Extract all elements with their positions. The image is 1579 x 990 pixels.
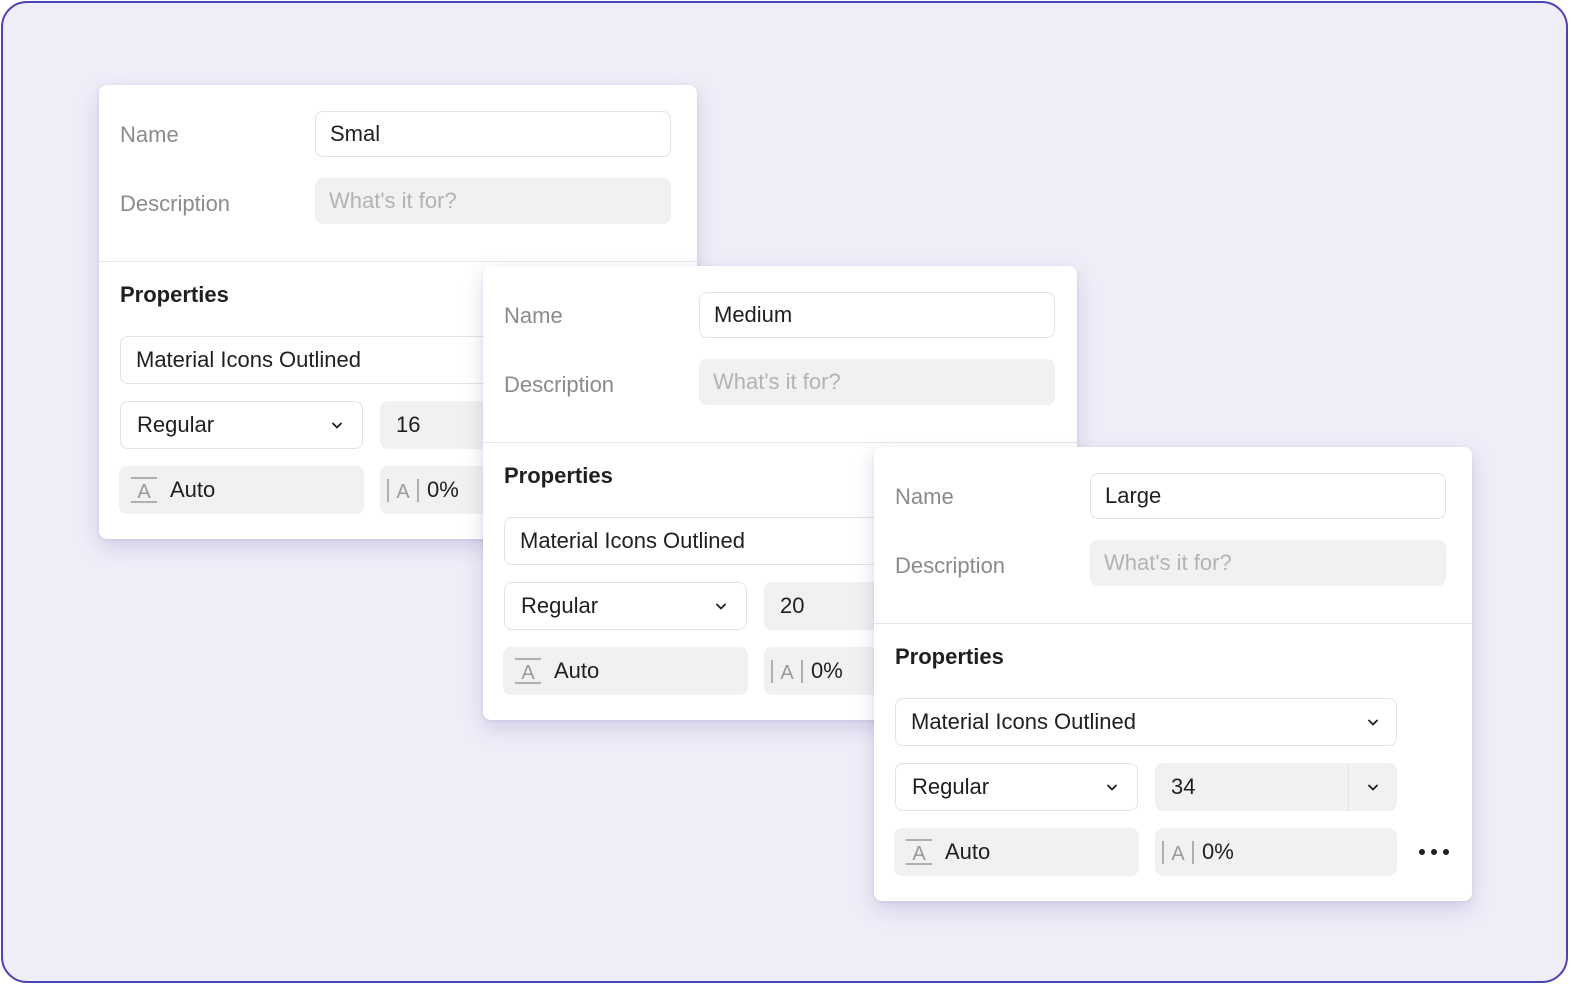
description-input[interactable]: What's it for?	[699, 359, 1055, 405]
description-label: Description	[504, 372, 615, 397]
font-family-value: Material Icons Outlined	[520, 528, 745, 553]
line-height-input[interactable]: Auto	[503, 647, 748, 695]
line-height-icon	[904, 837, 934, 867]
more-horizontal-icon	[1417, 847, 1451, 857]
font-size-input[interactable]: 34	[1155, 763, 1397, 811]
description-input[interactable]: What's it for?	[1090, 540, 1446, 586]
letter-spacing-value: 0%	[427, 477, 459, 502]
line-height-input[interactable]: Auto	[894, 828, 1139, 876]
chevron-down-icon	[1105, 780, 1119, 794]
style-card-large: Name Large Description What's it for? Pr…	[874, 447, 1472, 901]
letter-spacing-icon	[385, 475, 421, 505]
letter-spacing-icon	[769, 656, 805, 686]
description-label: Description	[895, 553, 1006, 578]
description-input[interactable]: What's it for?	[315, 178, 671, 224]
chevron-down-icon	[714, 599, 728, 613]
name-input[interactable]: Smal	[315, 111, 671, 157]
more-options-button[interactable]	[1412, 838, 1456, 866]
font-size-value: 20	[780, 593, 805, 618]
font-weight-value: Regular	[137, 412, 215, 437]
font-family-select[interactable]: Material Icons Outlined	[895, 698, 1397, 746]
line-height-value: Auto	[170, 477, 216, 502]
letter-spacing-input[interactable]: 0%	[1155, 828, 1397, 876]
line-height-value: Auto	[554, 658, 600, 683]
line-height-input[interactable]: Auto	[119, 466, 364, 514]
name-label: Name	[120, 122, 179, 147]
section-divider	[99, 261, 697, 262]
line-height-icon	[513, 656, 543, 686]
font-size-value: 34	[1171, 774, 1196, 799]
properties-heading: Properties	[504, 463, 613, 488]
letter-spacing-value: 0%	[811, 658, 843, 683]
name-input[interactable]: Medium	[699, 292, 1055, 338]
font-weight-select[interactable]: Regular	[504, 582, 747, 630]
chevron-down-icon	[1366, 715, 1380, 729]
font-weight-select[interactable]: Regular	[120, 401, 363, 449]
font-weight-value: Regular	[521, 593, 599, 618]
font-family-value: Material Icons Outlined	[911, 709, 1136, 734]
chevron-down-icon	[330, 418, 344, 432]
font-size-value: 16	[396, 412, 421, 437]
font-size-dropdown[interactable]	[1348, 763, 1397, 811]
section-divider	[874, 623, 1472, 624]
section-divider	[483, 442, 1077, 443]
font-weight-value: Regular	[912, 774, 990, 799]
properties-heading: Properties	[895, 644, 1004, 669]
name-label: Name	[895, 484, 954, 509]
name-input[interactable]: Large	[1090, 473, 1446, 519]
line-height-value: Auto	[945, 839, 991, 864]
canvas-frame: Name Smal Description What's it for? Pro…	[1, 1, 1568, 983]
font-family-value: Material Icons Outlined	[136, 347, 361, 372]
name-label: Name	[504, 303, 563, 328]
letter-spacing-icon	[1160, 837, 1196, 867]
properties-heading: Properties	[120, 282, 229, 307]
description-label: Description	[120, 191, 231, 216]
line-height-icon	[129, 475, 159, 505]
chevron-down-icon	[1366, 780, 1380, 794]
letter-spacing-value: 0%	[1202, 839, 1234, 864]
font-weight-select[interactable]: Regular	[895, 763, 1138, 811]
